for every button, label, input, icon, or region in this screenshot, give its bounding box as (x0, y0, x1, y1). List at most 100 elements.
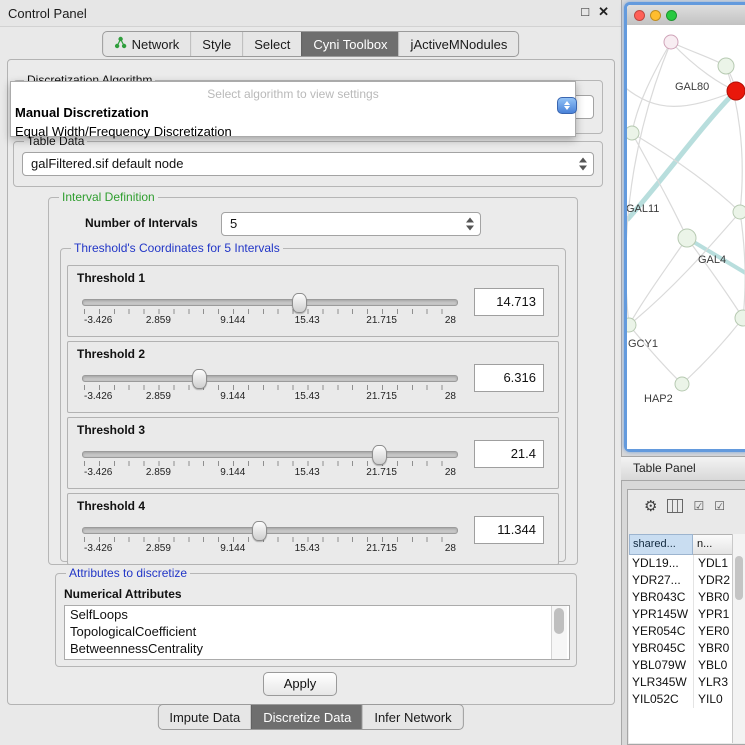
network-edge[interactable] (671, 42, 726, 66)
scale-label: -3.426 (84, 543, 112, 554)
table-row[interactable]: YBL079WYBL0 (629, 657, 733, 674)
apply-button[interactable]: Apply (263, 672, 337, 696)
table-cell-name[interactable]: YPR1 (694, 606, 733, 623)
slider-thumb[interactable] (252, 521, 267, 541)
table-row[interactable]: YLR345WYLR3 (629, 674, 733, 691)
network-node[interactable] (727, 82, 745, 100)
network-node[interactable] (733, 205, 745, 219)
table-cell-shared-name[interactable]: YPR145W (629, 606, 694, 623)
popup-item-manual-discretization[interactable]: Manual Discretization (11, 105, 575, 120)
table-cell-name[interactable]: YBL0 (694, 657, 733, 674)
network-node[interactable] (627, 126, 639, 140)
window-title: Control Panel (8, 6, 87, 21)
table-cell-name[interactable]: YBR0 (694, 640, 733, 657)
tab-impute-data[interactable]: Impute Data (158, 705, 251, 729)
close-traffic-light-icon[interactable] (634, 10, 645, 21)
attribute-item[interactable]: SelfLoops (65, 606, 569, 623)
table-cell-name[interactable]: YBR0 (694, 589, 733, 606)
scale-label: -3.426 (84, 315, 112, 326)
close-icon[interactable]: ✕ (598, 4, 609, 20)
network-node[interactable] (718, 58, 734, 74)
network-edge[interactable] (627, 91, 736, 220)
slider-track[interactable] (82, 299, 458, 306)
threshold-value-field[interactable]: 11.344 (474, 516, 544, 544)
table-scrollbar[interactable] (732, 534, 745, 743)
attributes-group: Attributes to discretize Numerical Attri… (55, 573, 577, 667)
network-window-titlebar[interactable] (627, 5, 745, 26)
combo-stepper-icon[interactable] (466, 218, 475, 231)
table-row[interactable]: YDR27...YDR2 (629, 572, 733, 589)
attribute-item[interactable]: TopologicalCoefficient (65, 623, 569, 640)
network-edge[interactable] (629, 325, 682, 384)
threshold-value-field[interactable]: 21.4 (474, 440, 544, 468)
table-row[interactable]: YER054CYER0 (629, 623, 733, 640)
columns-icon[interactable] (667, 499, 683, 513)
tab-select[interactable]: Select (242, 32, 301, 56)
threshold-value-field[interactable]: 14.713 (474, 288, 544, 316)
column-header-shared-name[interactable]: shared... (629, 534, 693, 555)
table-row[interactable]: YIL052CYIL0 (629, 691, 733, 708)
network-edge[interactable] (629, 238, 687, 325)
tab-infer-network[interactable]: Infer Network (362, 705, 462, 729)
table-cell-name[interactable]: YIL0 (694, 691, 733, 708)
network-node[interactable] (678, 229, 696, 247)
slider-track[interactable] (82, 451, 458, 458)
network-edge[interactable] (740, 212, 745, 318)
table-cell-name[interactable]: YER0 (694, 623, 733, 640)
slider-thumb[interactable] (192, 369, 207, 389)
thresholds-group: Threshold's Coordinates for 5 Intervals … (60, 248, 566, 562)
algorithm-combo-stepper-icon[interactable] (557, 97, 577, 114)
table-row[interactable]: YBR043CYBR0 (629, 589, 733, 606)
network-canvas[interactable]: GAL80GAL11GAL4GCY1HAP2 (627, 25, 745, 449)
table-cell-name[interactable]: YDR2 (694, 572, 733, 589)
network-node[interactable] (627, 318, 636, 332)
table-cell-shared-name[interactable]: YLR345W (629, 674, 694, 691)
table-row[interactable]: YBR045CYBR0 (629, 640, 733, 657)
number-of-intervals-combo[interactable]: 5 (221, 212, 481, 236)
scrollbar-thumb[interactable] (735, 556, 743, 600)
tab-discretize-data[interactable]: Discretize Data (251, 705, 362, 729)
float-window-icon[interactable]: □ (581, 4, 589, 20)
checkbox-icon[interactable]: ☑ (714, 500, 725, 512)
table-header-row: shared... n... (629, 534, 745, 555)
table-data-combo[interactable]: galFiltered.sif default node (22, 152, 594, 176)
table-cell-shared-name[interactable]: YER054C (629, 623, 694, 640)
table-cell-name[interactable]: YLR3 (694, 674, 733, 691)
threshold-slider: -3.4262.8599.14415.4321.71528 (82, 442, 458, 482)
network-edge[interactable] (682, 318, 743, 384)
table-cell-shared-name[interactable]: YDL19... (629, 555, 694, 572)
combo-stepper-icon[interactable] (579, 158, 588, 171)
table-cell-name[interactable]: YDL1 (694, 555, 733, 572)
table-cell-shared-name[interactable]: YBR043C (629, 589, 694, 606)
slider-track[interactable] (82, 375, 458, 382)
attributes-scrollbar[interactable] (551, 606, 567, 659)
slider-thumb[interactable] (372, 445, 387, 465)
tab-network[interactable]: Network (103, 32, 191, 56)
network-edge[interactable] (687, 238, 743, 318)
threshold-value-field[interactable]: 6.316 (474, 364, 544, 392)
zoom-traffic-light-icon[interactable] (666, 10, 677, 21)
network-edge[interactable] (632, 133, 687, 238)
minimize-traffic-light-icon[interactable] (650, 10, 661, 21)
table-row[interactable]: YPR145WYPR1 (629, 606, 733, 623)
network-node[interactable] (675, 377, 689, 391)
popup-item-equal-width-frequency[interactable]: Equal Width/Frequency Discretization (11, 124, 575, 139)
network-node[interactable] (664, 35, 678, 49)
table-cell-shared-name[interactable]: YDR27... (629, 572, 694, 589)
table-cell-shared-name[interactable]: YBR045C (629, 640, 694, 657)
tab-style[interactable]: Style (190, 32, 242, 56)
network-node[interactable] (735, 310, 745, 326)
gear-icon[interactable]: ⚙ (644, 499, 657, 514)
tab-cyni-toolbox[interactable]: Cyni Toolbox (301, 32, 398, 56)
tab-jactivemnodules[interactable]: jActiveMNodules (399, 32, 519, 56)
table-cell-shared-name[interactable]: YBL079W (629, 657, 694, 674)
attribute-item[interactable]: BetweennessCentrality (65, 640, 569, 657)
scale-label: 15.43 (295, 467, 320, 478)
scale-label: 9.144 (220, 467, 245, 478)
table-cell-shared-name[interactable]: YIL052C (629, 691, 694, 708)
table-row[interactable]: YDL19...YDL1 (629, 555, 733, 572)
slider-track[interactable] (82, 527, 458, 534)
scrollbar-thumb[interactable] (554, 608, 564, 634)
checkbox-icon[interactable]: ☑ (693, 500, 704, 512)
slider-thumb[interactable] (292, 293, 307, 313)
